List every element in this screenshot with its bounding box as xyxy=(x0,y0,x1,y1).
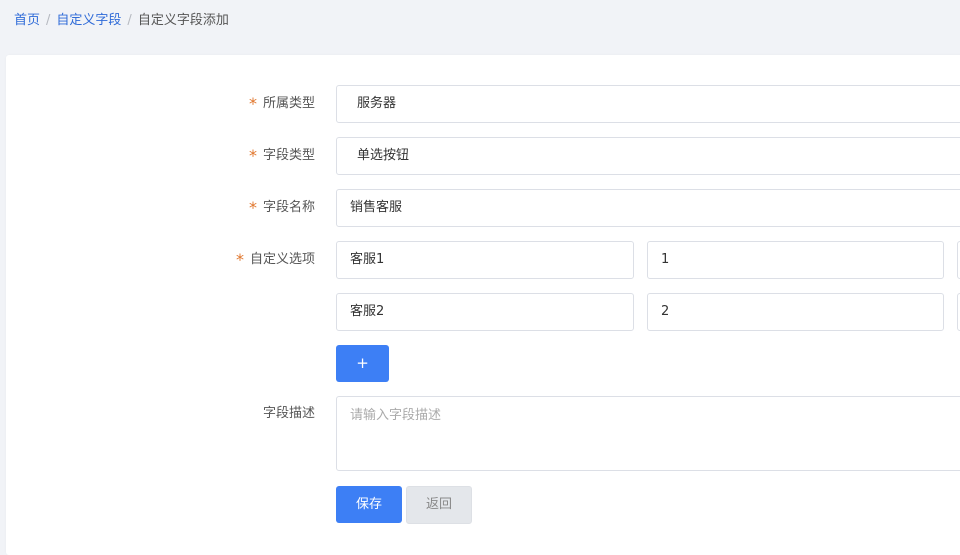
back-button[interactable]: 返回 xyxy=(406,486,472,524)
option-2-name-input[interactable]: 客服2 xyxy=(336,293,634,331)
belong-type-select[interactable]: 服务器 xyxy=(336,85,960,123)
breadcrumb-custom-fields-link[interactable]: 自定义字段 xyxy=(56,13,121,28)
breadcrumb-current: 自定义字段添加 xyxy=(137,13,229,28)
custom-options-label-text: 自定义选项 xyxy=(249,252,315,267)
option-1-name-value: 客服1 xyxy=(350,252,385,267)
description-label-text: 字段描述 xyxy=(262,406,315,421)
required-mark: * xyxy=(248,146,257,165)
breadcrumb-separator: / xyxy=(127,13,132,28)
save-button[interactable]: 保存 xyxy=(336,486,402,523)
add-option-button[interactable]: + xyxy=(336,345,389,382)
field-type-value: 单选按钮 xyxy=(357,148,410,163)
required-mark: * xyxy=(248,198,257,217)
required-mark: * xyxy=(248,94,257,113)
required-mark: * xyxy=(235,250,244,269)
option-1-name-input[interactable]: 客服1 xyxy=(336,241,634,279)
option-1-value-value: 1 xyxy=(661,252,670,267)
option-1-value-input[interactable]: 1 xyxy=(647,241,944,279)
belong-type-label: * 所属类型 xyxy=(249,93,315,113)
belong-type-value: 服务器 xyxy=(357,96,397,111)
field-type-label: * 字段类型 xyxy=(249,145,315,165)
field-name-label: * 字段名称 xyxy=(249,197,315,217)
description-label: 字段描述 xyxy=(263,405,315,423)
option-2-value-input[interactable]: 2 xyxy=(647,293,944,331)
description-textarea[interactable]: 请输入字段描述 xyxy=(336,396,960,471)
custom-options-label: * 自定义选项 xyxy=(236,249,315,269)
form-card: * 所属类型 服务器 * 字段类型 单选按钮 * 字段名称 销售客服 * 自定义选项 客… xyxy=(6,55,960,555)
breadcrumb-home-link[interactable]: 首页 xyxy=(14,13,40,28)
field-name-label-text: 字段名称 xyxy=(262,200,315,215)
option-2-value-value: 2 xyxy=(661,304,670,319)
belong-type-label-text: 所属类型 xyxy=(262,96,315,111)
breadcrumb-separator: / xyxy=(46,13,51,28)
option-2-name-value: 客服2 xyxy=(350,304,385,319)
field-name-input[interactable]: 销售客服 xyxy=(336,189,960,227)
field-type-label-text: 字段类型 xyxy=(262,148,315,163)
description-placeholder: 请输入字段描述 xyxy=(350,408,442,423)
field-name-value: 销售客服 xyxy=(350,200,403,215)
breadcrumb: 首页 / 自定义字段 / 自定义字段添加 xyxy=(14,12,229,30)
field-type-select[interactable]: 单选按钮 xyxy=(336,137,960,175)
